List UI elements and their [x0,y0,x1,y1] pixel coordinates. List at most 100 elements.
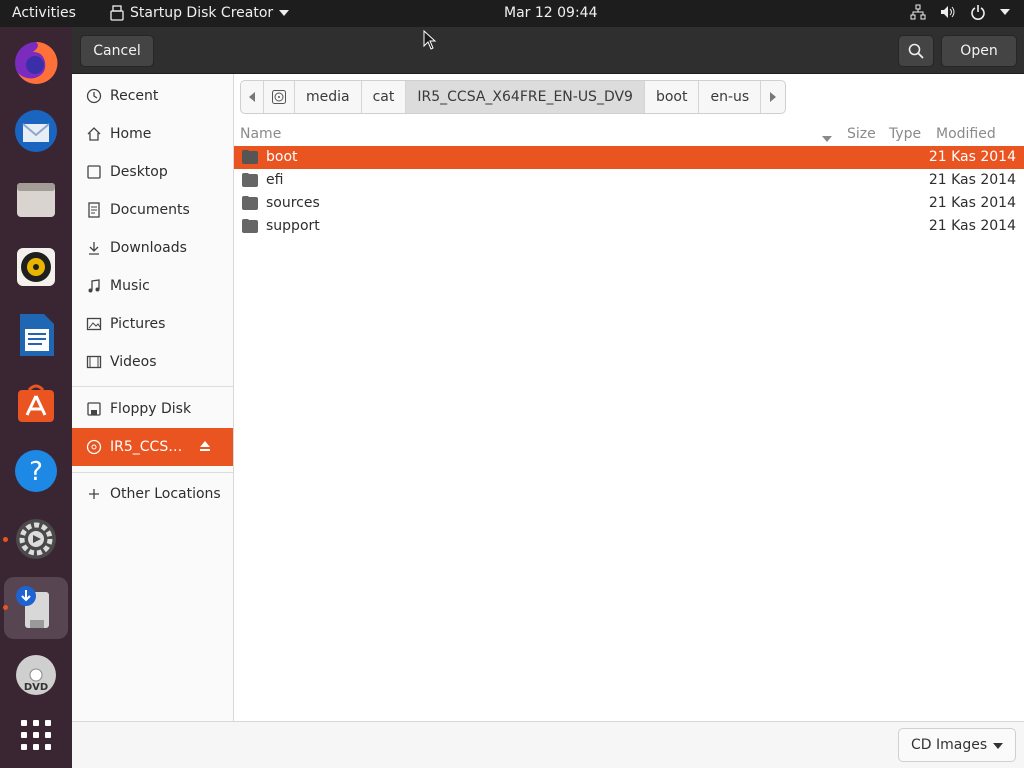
path-crumb-media[interactable]: media [295,81,362,113]
file-list-area: media cat IR5_CCSA_X64FRE_EN-US_DV9 boot… [234,74,1024,721]
file-name: efi [266,172,284,188]
writer-launcher[interactable] [8,307,64,363]
thunderbird-icon [15,110,57,152]
path-crumb-boot[interactable]: boot [645,81,700,113]
app-name: Startup Disk Creator [130,5,274,21]
sidebar-item-music[interactable]: Music [72,267,233,305]
dvd-icon: DVD [16,655,56,695]
path-crumb-cat[interactable]: cat [362,81,407,113]
files-launcher[interactable] [8,171,64,227]
video-icon [86,354,102,370]
dialog-footer: CD Images [72,721,1024,768]
sidebar-item-label: Documents [110,202,190,218]
path-bar: media cat IR5_CCSA_X64FRE_EN-US_DV9 boot… [240,80,787,114]
network-icon [910,4,926,20]
dvd-launcher[interactable]: DVD [8,647,64,703]
open-button[interactable]: Open [941,35,1017,67]
settings-launcher[interactable] [8,511,64,567]
header-bar: Cancel Open [72,27,1024,74]
sidebar-item-videos[interactable]: Videos [72,343,233,381]
sidebar-item-recent[interactable]: Recent [72,77,233,115]
sidebar-item-label: Downloads [110,240,187,256]
table-row[interactable]: sources 21 Kas 2014 [234,192,1024,215]
eject-icon[interactable] [199,440,211,456]
column-header: Name Size Type Modified [234,124,1024,146]
app-menu[interactable]: Startup Disk Creator [110,5,290,21]
table-row[interactable]: boot 21 Kas 2014 [234,146,1024,169]
chevron-left-icon [249,92,255,102]
cancel-button[interactable]: Cancel [80,35,154,67]
optical-disc-icon [86,439,102,455]
home-icon [86,126,102,142]
plus-icon [86,486,102,502]
show-apps-button[interactable] [8,707,64,763]
search-icon [908,43,924,59]
chevron-down-icon [1000,9,1010,15]
file-modified: 21 Kas 2014 [928,195,1016,211]
svg-text:DVD: DVD [24,682,48,693]
sidebar-item-documents[interactable]: Documents [72,191,233,229]
sidebar-item-desktop[interactable]: Desktop [72,153,233,191]
sidebar-separator [72,386,233,387]
path-scroll-right-button[interactable] [761,81,785,113]
startup-disk-creator-icon [16,586,49,628]
file-name: boot [266,149,298,165]
svg-text:?: ? [29,457,43,487]
sidebar-item-floppy[interactable]: Floppy Disk [72,390,233,428]
column-modified[interactable]: Modified [936,126,996,142]
sidebar-item-label: IR5_CCS… [110,439,183,455]
sidebar-item-downloads[interactable]: Downloads [72,229,233,267]
sidebar-item-label: Other Locations [110,486,221,502]
activities-button[interactable]: Activities [12,5,76,21]
column-size[interactable]: Size [847,126,876,142]
file-name: support [266,218,320,234]
sort-descending-icon[interactable] [822,131,832,147]
path-scroll-left-button[interactable] [241,81,264,113]
sidebar-item-label: Recent [110,88,159,104]
startup-disk-creator-launcher[interactable] [4,577,68,639]
system-tray[interactable] [910,4,1010,20]
search-button[interactable] [898,35,934,67]
show-apps-icon [21,720,51,750]
column-type[interactable]: Type [889,126,921,142]
table-row[interactable]: support 21 Kas 2014 [234,215,1024,238]
firefox-launcher[interactable] [8,35,64,91]
table-row[interactable]: efi 21 Kas 2014 [234,169,1024,192]
column-name[interactable]: Name [240,126,281,142]
running-indicator [3,537,8,542]
rhythmbox-launcher[interactable] [8,239,64,295]
file-filter-label: CD Images [911,737,988,753]
volume-icon [941,6,955,18]
running-indicator [3,605,8,610]
help-launcher[interactable]: ? [8,443,64,499]
path-root-button[interactable] [264,81,295,113]
ubuntu-software-icon [18,384,54,422]
picture-icon [86,316,102,332]
sidebar-item-other-locations[interactable]: Other Locations [72,475,233,513]
chevron-down-icon [279,10,290,16]
file-filter-dropdown[interactable]: CD Images [898,728,1016,762]
sidebar-item-home[interactable]: Home [72,115,233,153]
chevron-right-icon [770,92,777,102]
floppy-icon [86,401,102,417]
sidebar-item-ir5-volume[interactable]: IR5_CCS… [72,428,233,466]
file-modified: 21 Kas 2014 [928,172,1016,188]
places-sidebar: Recent Home Desktop Documents Downloads … [72,74,234,721]
path-crumb-en-us[interactable]: en-us [699,81,762,113]
folder-icon [242,219,258,233]
file-modified: 21 Kas 2014 [928,149,1016,165]
sidebar-item-label: Home [110,126,152,142]
mouse-pointer-icon [423,30,437,50]
optical-disc-icon [272,90,286,104]
files-icon [17,183,55,217]
sidebar-item-pictures[interactable]: Pictures [72,305,233,343]
software-launcher[interactable] [8,375,64,431]
help-icon: ? [15,450,57,492]
clock[interactable]: Mar 12 09:44 [504,5,597,21]
desktop-icon [86,164,102,180]
file-chooser-dialog: Cancel Open Recent Home Desktop Document… [72,27,1024,768]
music-icon [86,278,102,294]
sidebar-item-label: Music [110,278,150,294]
thunderbird-launcher[interactable] [8,103,64,159]
path-crumb-ir5-volume[interactable]: IR5_CCSA_X64FRE_EN-US_DV9 [406,81,645,113]
